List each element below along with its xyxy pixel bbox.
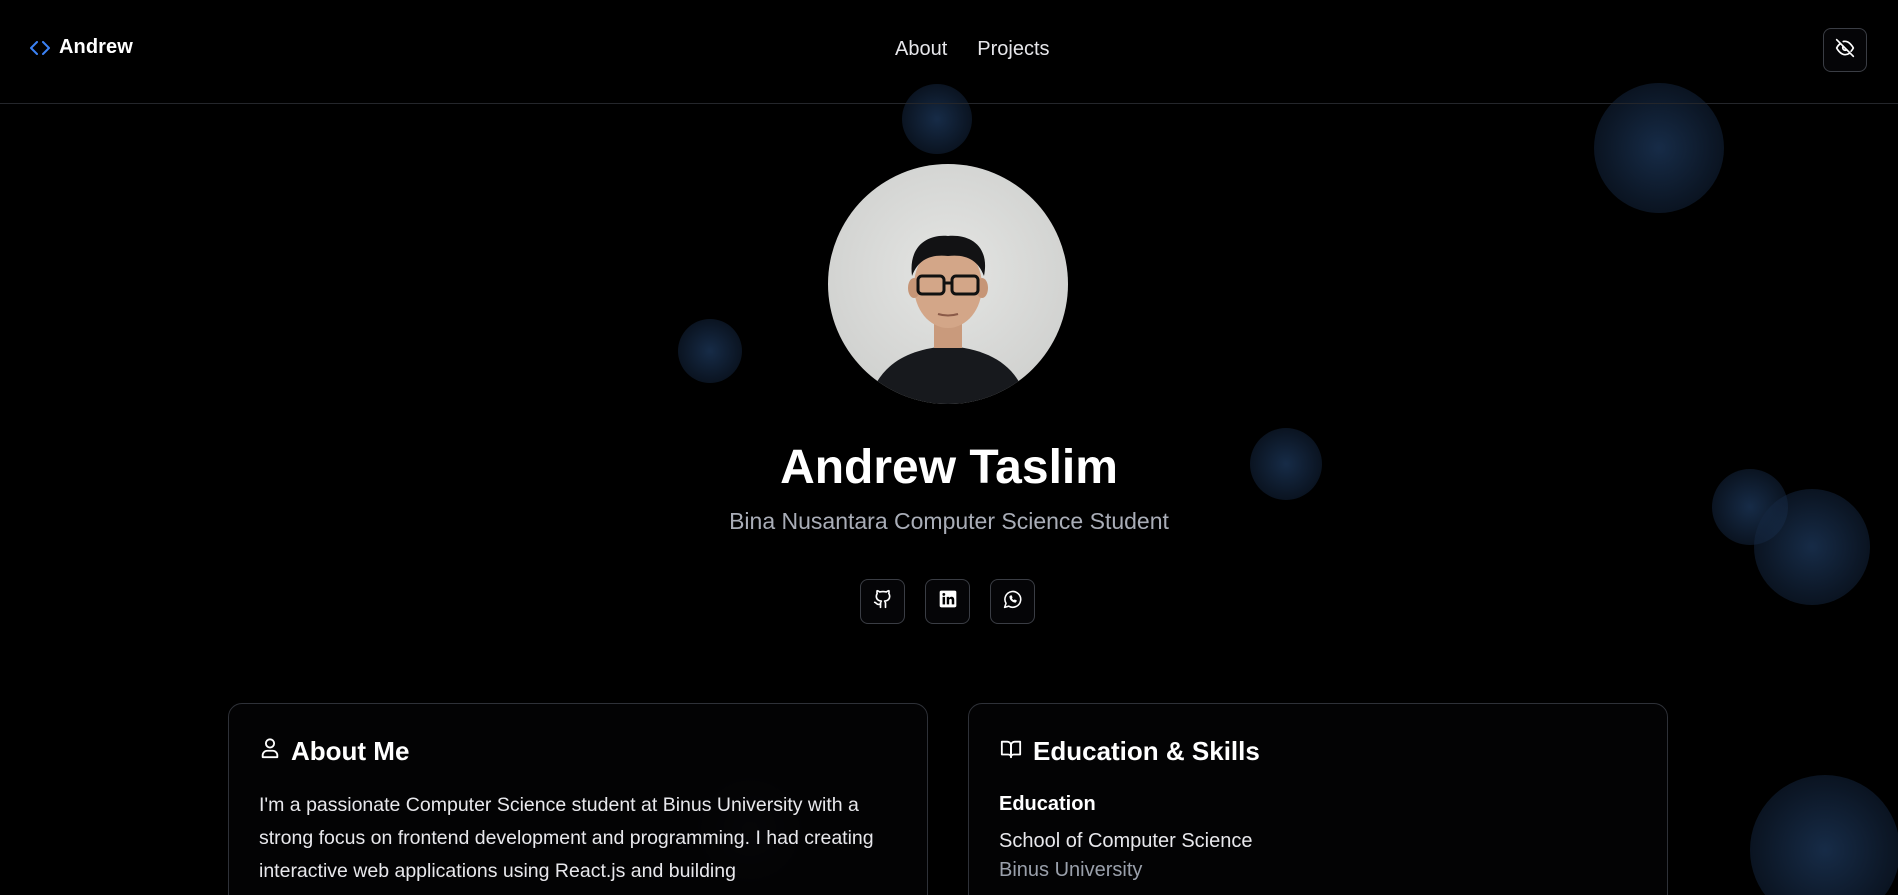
github-icon xyxy=(873,589,893,614)
profile-subtitle: Bina Nusantara Computer Science Student xyxy=(729,508,1169,534)
eye-off-icon xyxy=(1835,38,1855,63)
nav-link-about[interactable]: About xyxy=(895,38,947,61)
whatsapp-icon xyxy=(1002,589,1023,615)
code-brackets-icon xyxy=(29,38,53,58)
about-title: About Me xyxy=(291,736,410,766)
decorative-bubble xyxy=(1754,489,1870,605)
social-links xyxy=(860,579,1035,624)
education-heading: Education xyxy=(999,793,1096,815)
decorative-bubble xyxy=(1750,775,1898,895)
linkedin-button[interactable] xyxy=(925,579,970,624)
about-text: I'm a passionate Computer Science studen… xyxy=(259,794,874,882)
linkedin-icon xyxy=(938,589,958,614)
avatar xyxy=(828,164,1068,404)
main-nav: About Projects xyxy=(895,38,1050,61)
nav-link-projects[interactable]: Projects xyxy=(977,38,1049,61)
decorative-bubble xyxy=(678,319,742,383)
education-card: Education & Skills Education School of C… xyxy=(968,703,1668,895)
book-open-icon xyxy=(999,736,1023,767)
education-school: School of Computer Science xyxy=(999,830,1253,852)
github-button[interactable] xyxy=(860,579,905,624)
education-title: Education & Skills xyxy=(1033,736,1260,766)
education-university: Binus University xyxy=(999,859,1143,881)
top-navbar: Andrew About Projects xyxy=(0,0,1898,104)
whatsapp-button[interactable] xyxy=(990,579,1035,624)
about-card: About Me I'm a passionate Computer Scien… xyxy=(228,703,928,895)
visibility-toggle-button[interactable] xyxy=(1823,28,1867,72)
brand-logo[interactable]: Andrew xyxy=(29,36,133,59)
user-icon xyxy=(259,736,281,767)
brand-name: Andrew xyxy=(59,36,133,58)
profile-name: Andrew Taslim xyxy=(780,441,1118,494)
